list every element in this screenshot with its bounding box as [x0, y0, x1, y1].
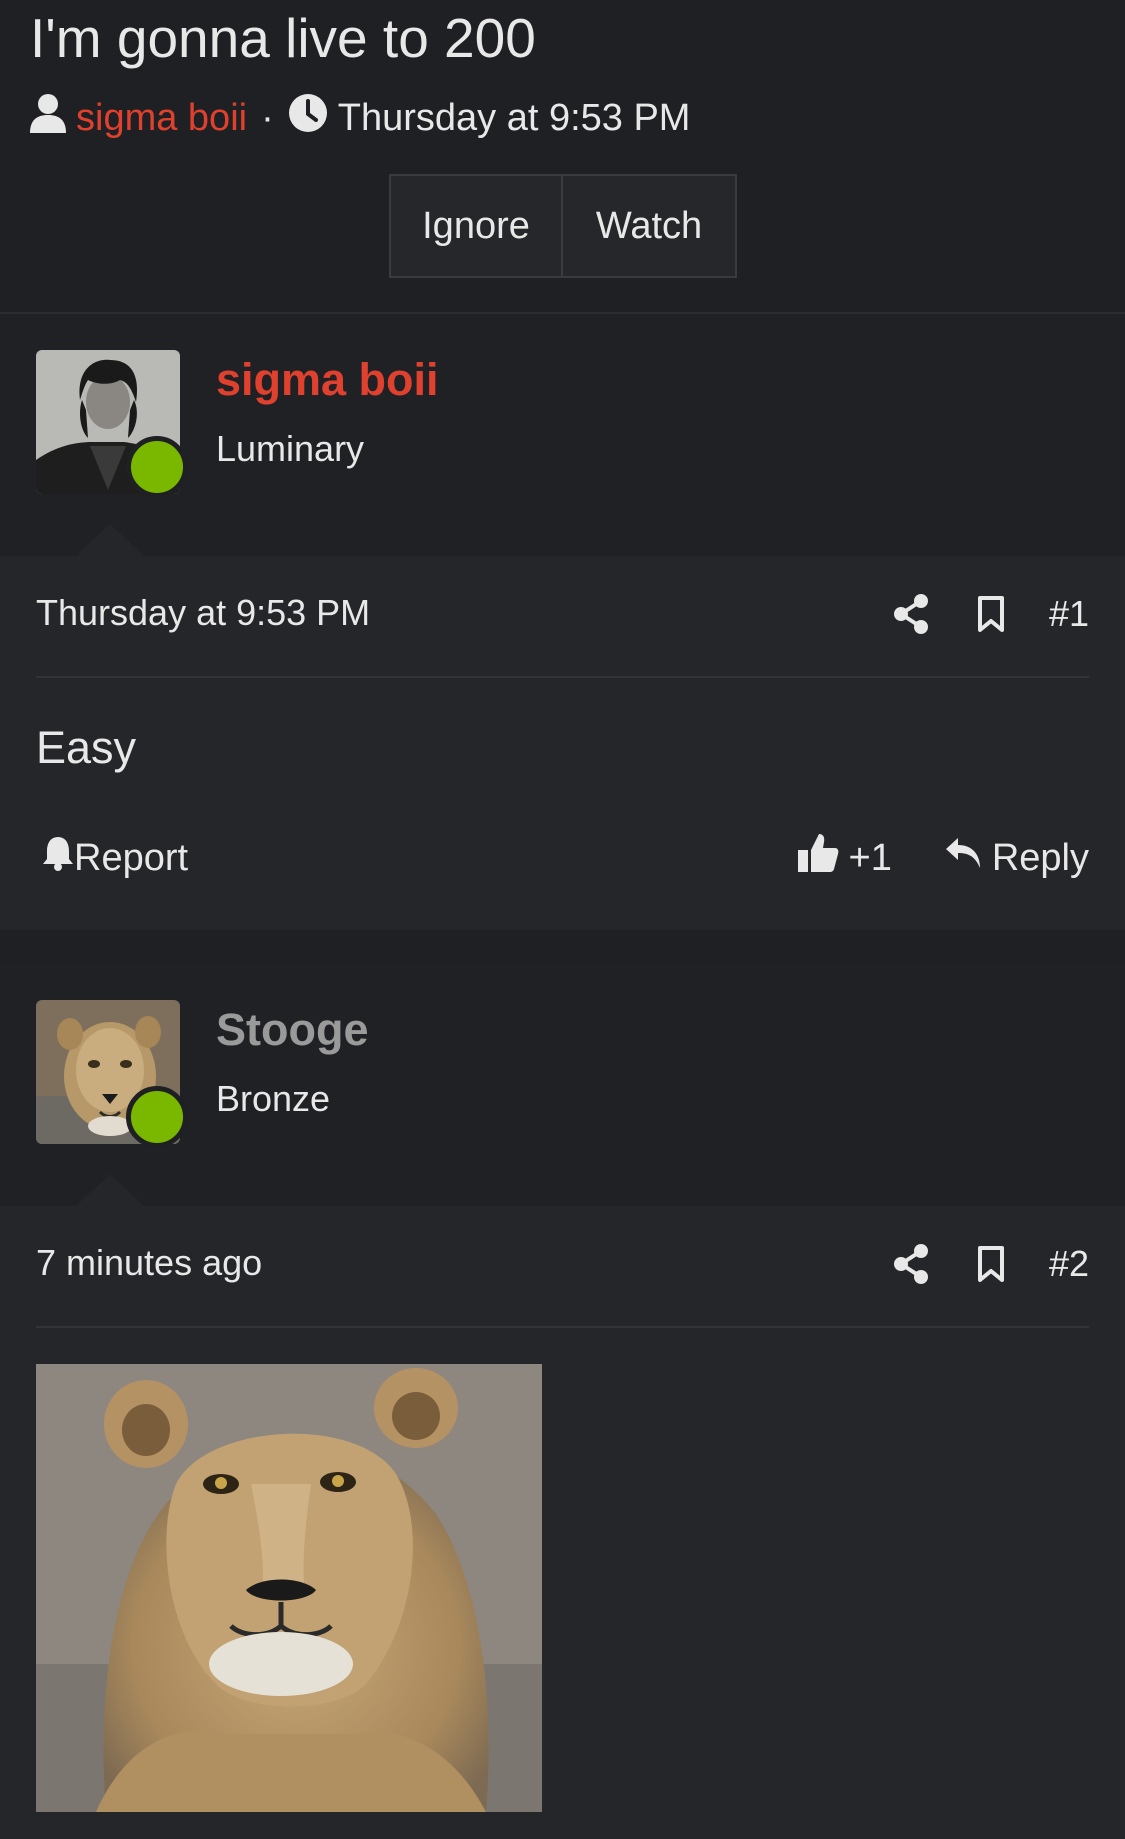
post-user-block: Stooge Bronze [0, 964, 1125, 1206]
bookmark-icon[interactable] [969, 1242, 1013, 1286]
thread-meta: sigma boii · Thursday at 9:53 PM [30, 94, 690, 142]
message-post-2: 7 minutes ago #2 [0, 1206, 1125, 1839]
clock-icon [288, 93, 328, 143]
share-icon[interactable] [889, 1242, 933, 1286]
message-pointer [76, 524, 144, 556]
post-number-link[interactable]: #2 [1049, 1243, 1089, 1285]
thread-header: I'm gonna live to 200 sigma boii · Thurs… [0, 0, 1125, 314]
bell-icon [42, 835, 74, 881]
message-actions: #2 [889, 1238, 1089, 1290]
user-icon [30, 93, 66, 143]
user-rank: Bronze [216, 1078, 331, 1119]
divider [36, 676, 1089, 678]
post-separator [0, 930, 1125, 964]
like-button[interactable]: +1 [797, 832, 892, 884]
bookmark-icon[interactable] [969, 592, 1013, 636]
divider [36, 1326, 1089, 1328]
message-date-link[interactable]: 7 minutes ago [36, 1242, 262, 1284]
ignore-button[interactable]: Ignore [389, 174, 563, 278]
online-indicator [126, 436, 188, 498]
message-body: Easy [36, 722, 137, 773]
message-pointer [76, 1174, 144, 1206]
post-user-block: sigma boii Luminary [0, 314, 1125, 556]
thread-page: I'm gonna live to 200 sigma boii · Thurs… [0, 0, 1125, 1839]
message-date-link[interactable]: Thursday at 9:53 PM [36, 592, 370, 634]
reply-label: Reply [991, 836, 1089, 879]
username-link[interactable]: sigma boii [216, 354, 439, 406]
user-rank: Luminary [216, 428, 365, 469]
online-indicator [126, 1086, 188, 1148]
post-number-link[interactable]: #1 [1049, 593, 1089, 635]
attached-image[interactable] [36, 1364, 542, 1812]
report-link[interactable]: Report [42, 830, 188, 886]
message-footer-actions: +1 Reply [797, 830, 1089, 886]
message-actions: #1 [889, 588, 1089, 640]
reply-button[interactable]: Reply [944, 836, 1089, 880]
username-link[interactable]: Stooge [216, 1004, 369, 1056]
meta-separator: · [261, 96, 274, 139]
report-label: Report [74, 836, 189, 879]
watch-button[interactable]: Watch [563, 174, 737, 278]
like-count: +1 [848, 836, 892, 879]
thread-title: I'm gonna live to 200 [30, 7, 536, 69]
share-icon[interactable] [889, 592, 933, 636]
thread-time-link[interactable]: Thursday at 9:53 PM [338, 97, 691, 140]
thread-button-group: Ignore Watch [389, 174, 737, 278]
thumbs-up-icon [797, 832, 839, 884]
thread-author-link[interactable]: sigma boii [76, 97, 247, 140]
reply-icon [944, 836, 982, 880]
message-post-1: Thursday at 9:53 PM #1 Easy Report +1 Re… [0, 556, 1125, 932]
